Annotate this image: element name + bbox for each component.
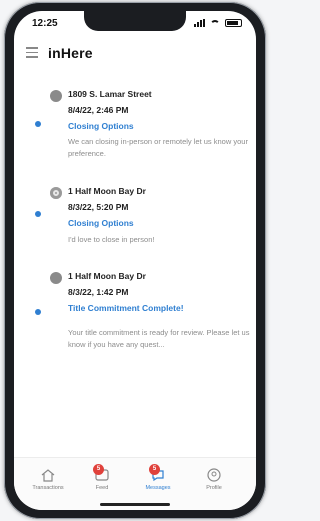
profile-icon (206, 468, 222, 482)
feed-icon: 5 (93, 464, 110, 482)
avatar (50, 272, 62, 284)
battery-icon (225, 19, 242, 27)
unread-indicator (35, 121, 41, 127)
phone-frame: 12:25 inHere 1809 S. Lamar Street 8/4/22… (4, 2, 266, 519)
thread-address: 1 Half Moon Bay Dr (68, 186, 146, 196)
app-screen: 12:25 inHere 1809 S. Lamar Street 8/4/22… (14, 11, 256, 510)
avatar (50, 90, 62, 102)
app-header: inHere (14, 37, 256, 67)
tab-feed[interactable]: 5 Feed (76, 464, 128, 491)
app-logo: inHere (48, 45, 93, 61)
message-thread[interactable]: 1 Half Moon Bay Dr 8/3/22, 1:42 PM Title… (14, 269, 256, 359)
notification-badge: 5 (93, 464, 104, 475)
unread-indicator (35, 211, 41, 217)
home-icon (40, 468, 56, 482)
status-icons (194, 19, 242, 27)
signal-icon (194, 19, 205, 27)
thread-subject: Title Commitment Complete! (68, 303, 184, 313)
tab-label: Feed (95, 485, 109, 491)
status-time: 12:25 (32, 18, 58, 29)
notification-badge: 5 (149, 464, 160, 475)
tab-transactions[interactable]: Transactions (22, 468, 74, 491)
thread-address: 1 Half Moon Bay Dr (68, 271, 146, 281)
thread-address: 1809 S. Lamar Street (68, 89, 152, 99)
thread-preview: I'd love to close in person! (68, 235, 155, 244)
home-indicator (100, 503, 170, 506)
thread-subject: Closing Options (68, 121, 134, 131)
tab-label: Messages (145, 485, 171, 491)
thread-preview: We can closing in-person or remotely let… (68, 137, 248, 158)
message-thread[interactable]: 1 Half Moon Bay Dr 8/3/22, 5:20 PM Closi… (14, 184, 256, 254)
wifi-icon (210, 19, 220, 27)
bottom-tab-bar: Transactions 5 Feed 5 Messages Profile (14, 457, 256, 510)
chat-bubble-icon: 5 (149, 464, 166, 482)
phone-notch (84, 11, 186, 31)
thread-datetime: 8/3/22, 5:20 PM (68, 202, 129, 212)
tab-profile[interactable]: Profile (188, 468, 240, 491)
message-thread[interactable]: 1809 S. Lamar Street 8/4/22, 2:46 PM Clo… (14, 87, 256, 167)
unread-indicator (35, 309, 41, 315)
thread-subject: Closing Options (68, 218, 134, 228)
tab-label: Profile (206, 485, 222, 491)
thread-preview: Your title commitment is ready for revie… (68, 328, 250, 349)
tab-messages[interactable]: 5 Messages (132, 464, 184, 491)
thread-datetime: 8/4/22, 2:46 PM (68, 105, 129, 115)
avatar (50, 187, 62, 199)
menu-icon[interactable] (26, 47, 38, 58)
thread-datetime: 8/3/22, 1:42 PM (68, 287, 129, 297)
tab-label: Transactions (32, 485, 64, 491)
